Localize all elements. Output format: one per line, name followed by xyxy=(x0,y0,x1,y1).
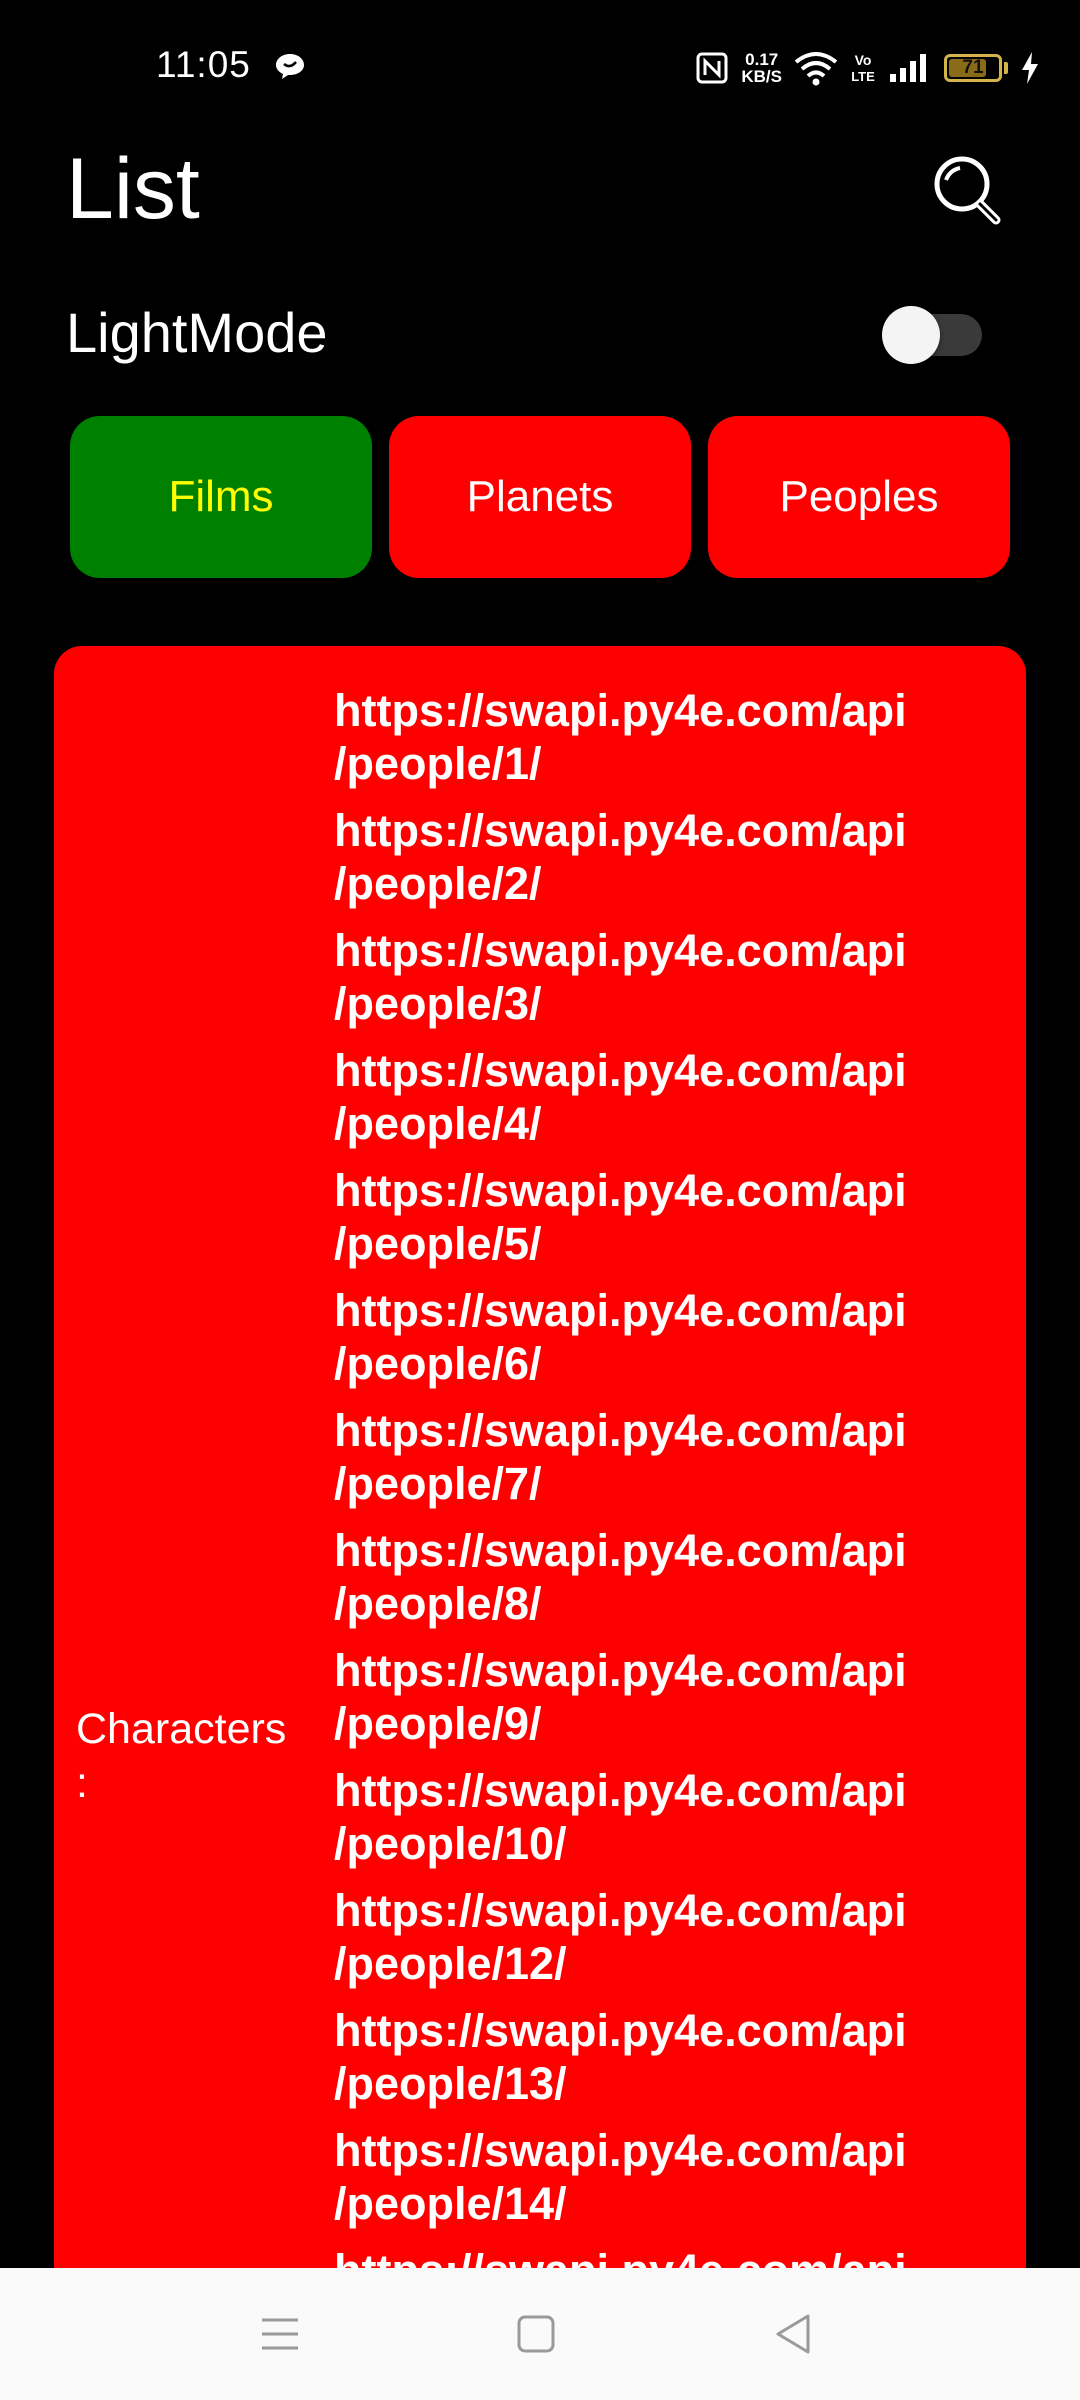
film-detail-card[interactable]: Characters : https://swapi.py4e.com/api /… xyxy=(54,646,1026,2286)
charging-bolt-icon xyxy=(1022,52,1038,84)
character-url-item[interactable]: https://swapi.py4e.com/api/people/3/ xyxy=(334,924,1014,1044)
status-bar: 11:05 0.17 KB/S Vo LTE 71 xyxy=(0,0,1080,130)
svg-text:Vo: Vo xyxy=(855,52,872,68)
battery-indicator: 71 xyxy=(944,54,1008,82)
svg-text:LTE: LTE xyxy=(851,69,875,84)
lightmode-label: LightMode xyxy=(66,301,328,364)
battery-icon: 71 xyxy=(944,54,1002,82)
character-url-item[interactable]: https://swapi.py4e.com/api/people/8/ xyxy=(334,1524,1014,1644)
character-url-item[interactable]: https://swapi.py4e.com/api/people/5/ xyxy=(334,1164,1014,1284)
tab-films[interactable]: Films xyxy=(70,416,372,578)
toggle-thumb xyxy=(882,306,940,364)
search-icon[interactable] xyxy=(930,152,1006,228)
tab-planets[interactable]: Planets xyxy=(389,416,691,578)
character-url-item[interactable]: https://swapi.py4e.com/api/people/9/ xyxy=(334,1644,1014,1764)
signal-icon xyxy=(890,54,926,82)
characters-label: Characters : xyxy=(76,1705,287,1807)
characters-list: https://swapi.py4e.com/api/people/1/ htt… xyxy=(334,684,1014,2286)
menu-icon[interactable] xyxy=(254,2308,306,2360)
volte-icon: Vo LTE xyxy=(851,52,875,84)
network-speed-unit: KB/S xyxy=(741,67,782,86)
wifi-icon xyxy=(794,52,838,86)
nfc-icon xyxy=(696,52,728,84)
category-tabs: Films Planets Peoples xyxy=(70,416,1010,578)
status-time: 11:05 xyxy=(156,44,251,85)
page-title: List xyxy=(66,141,200,237)
network-speed: 0.17 KB/S xyxy=(741,51,782,85)
network-speed-value: 0.17 xyxy=(745,50,779,69)
status-icons: 0.17 KB/S Vo LTE 71 xyxy=(695,44,1040,92)
character-url-item[interactable]: https://swapi.py4e.com/api/people/14/ xyxy=(334,2124,1014,2244)
character-url-item[interactable]: https://swapi.py4e.com/api/people/2/ xyxy=(334,804,1014,924)
battery-level: 71 xyxy=(962,57,984,78)
character-url-item[interactable]: https://swapi.py4e.com/api/people/6/ xyxy=(334,1284,1014,1404)
tab-peoples[interactable]: Peoples xyxy=(708,416,1010,578)
battery-cap xyxy=(1004,62,1008,74)
chat-bubble-icon xyxy=(276,54,304,79)
character-url-item[interactable]: https://swapi.py4e.com/api/people/13/ xyxy=(334,2004,1014,2124)
character-url-item[interactable]: https://swapi.py4e.com/api/people/1/ xyxy=(334,684,1014,804)
character-url-item[interactable]: https://swapi.py4e.com/api/people/10/ xyxy=(334,1764,1014,1884)
home-square-icon[interactable] xyxy=(510,2308,562,2360)
character-url-item[interactable]: https://swapi.py4e.com/api/people/7/ xyxy=(334,1404,1014,1524)
lightmode-toggle[interactable] xyxy=(882,306,982,364)
system-nav-bar xyxy=(0,2268,1080,2400)
back-triangle-icon[interactable] xyxy=(768,2308,820,2360)
character-url-item[interactable]: https://swapi.py4e.com/api/people/12/ xyxy=(334,1884,1014,2004)
character-url-item[interactable]: https://swapi.py4e.com/api/people/4/ xyxy=(334,1044,1014,1164)
